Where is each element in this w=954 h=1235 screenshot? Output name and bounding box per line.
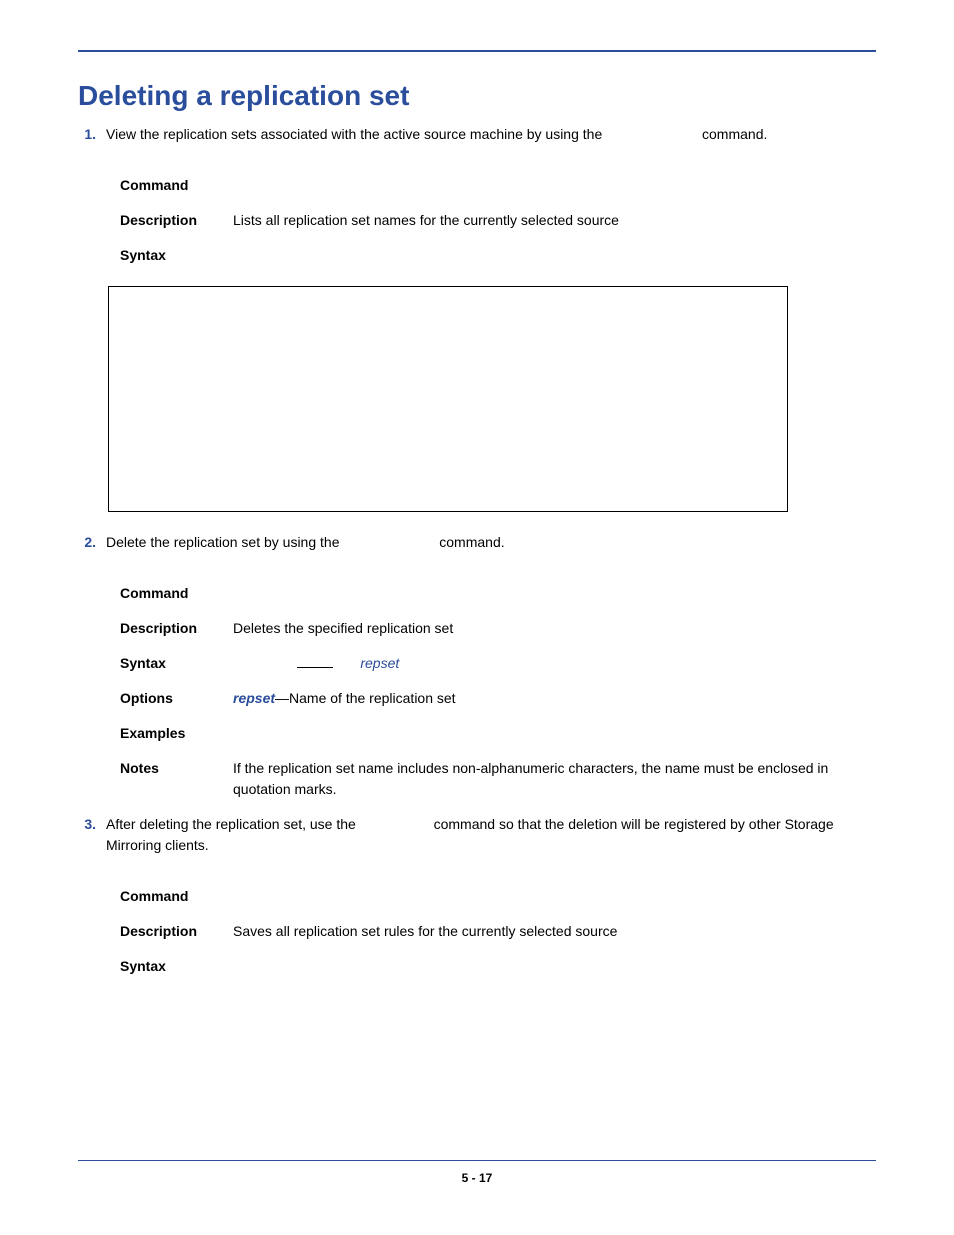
def-3-description: Description Saves all replication set ru… bbox=[120, 921, 876, 942]
def-block-1: Command Description Lists all replicatio… bbox=[120, 175, 876, 266]
def-2-syntax: Syntax repset bbox=[120, 653, 876, 674]
step-2-text-after: command. bbox=[439, 534, 504, 550]
def-2-notes-value: If the replication set name includes non… bbox=[233, 758, 876, 800]
def-2-command: Command bbox=[120, 583, 876, 604]
label-command-3: Command bbox=[120, 886, 215, 907]
def-2-description: Description Deletes the specified replic… bbox=[120, 618, 876, 639]
step-1-text-after: command. bbox=[702, 126, 767, 142]
def-2-options-rest: —Name of the replication set bbox=[275, 690, 456, 706]
step-3: 3. After deleting the replication set, u… bbox=[78, 814, 876, 856]
def-2-syntax-value: repset bbox=[233, 653, 876, 674]
def-2-options: Options repset—Name of the replication s… bbox=[120, 688, 876, 709]
def-1-syntax: Syntax bbox=[120, 245, 876, 266]
label-options: Options bbox=[120, 688, 215, 709]
label-notes: Notes bbox=[120, 758, 215, 800]
label-syntax-2: Syntax bbox=[120, 653, 215, 674]
label-examples: Examples bbox=[120, 723, 215, 744]
label-command-2: Command bbox=[120, 583, 215, 604]
step-2-body: Delete the replication set by using the … bbox=[106, 532, 876, 553]
label-command: Command bbox=[120, 175, 215, 196]
def-2-examples: Examples bbox=[120, 723, 876, 744]
def-1-description-value: Lists all replication set names for the … bbox=[233, 210, 876, 231]
label-description: Description bbox=[120, 210, 215, 231]
page-number: 5 - 17 bbox=[78, 1171, 876, 1185]
page-title: Deleting a replication set bbox=[78, 80, 876, 112]
def-3-description-value: Saves all replication set rules for the … bbox=[233, 921, 876, 942]
def-1-description: Description Lists all replication set na… bbox=[120, 210, 876, 231]
step-2-num: 2. bbox=[78, 532, 96, 553]
def-1-command: Command bbox=[120, 175, 876, 196]
step-1-body: View the replication sets associated wit… bbox=[106, 124, 876, 145]
step-3-num: 3. bbox=[78, 814, 96, 856]
footer: 5 - 17 bbox=[78, 1160, 876, 1185]
label-syntax: Syntax bbox=[120, 245, 215, 266]
step-3-text-before: After deleting the replication set, use … bbox=[106, 816, 356, 832]
bottom-rule bbox=[78, 1160, 876, 1161]
def-2-options-value: repset—Name of the replication set bbox=[233, 688, 876, 709]
def-2-syntax-italic: repset bbox=[360, 655, 399, 671]
def-3-syntax: Syntax bbox=[120, 956, 876, 977]
step-1-text-before: View the replication sets associated wit… bbox=[106, 126, 602, 142]
def-2-options-italic: repset bbox=[233, 690, 275, 706]
def-block-3: Command Description Saves all replicatio… bbox=[120, 886, 876, 977]
label-description-2: Description bbox=[120, 618, 215, 639]
label-description-3: Description bbox=[120, 921, 215, 942]
def-block-2: Command Description Deletes the specifie… bbox=[120, 583, 876, 800]
def-2-description-value: Deletes the specified replication set bbox=[233, 618, 876, 639]
def-2-notes: Notes If the replication set name includ… bbox=[120, 758, 876, 800]
screenshot-placeholder bbox=[108, 286, 788, 512]
label-syntax-3: Syntax bbox=[120, 956, 215, 977]
step-3-body: After deleting the replication set, use … bbox=[106, 814, 876, 856]
step-1: 1. View the replication sets associated … bbox=[78, 124, 876, 145]
def-3-command: Command bbox=[120, 886, 876, 907]
step-2: 2. Delete the replication set by using t… bbox=[78, 532, 876, 553]
step-2-text-before: Delete the replication set by using the bbox=[106, 534, 339, 550]
step-1-num: 1. bbox=[78, 124, 96, 145]
top-rule bbox=[78, 50, 876, 52]
